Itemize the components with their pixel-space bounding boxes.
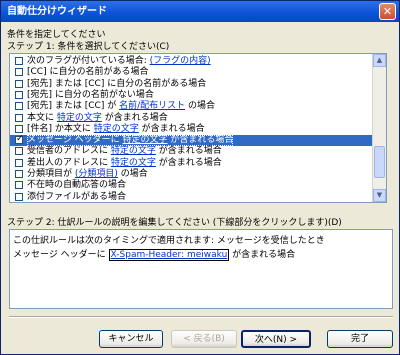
step1-label: ステップ 1: 条件を選択してください(C) (7, 42, 170, 52)
condition-text: が含まれる場合 (155, 157, 222, 168)
condition-row[interactable]: [宛先] に自分の名前がない場合 (10, 90, 373, 101)
condition-checkbox[interactable] (15, 79, 23, 88)
condition-row[interactable]: [宛先] または [CC] が 名前/配布リスト の場合 (10, 101, 373, 112)
condition-text: [件名] か本文に (27, 123, 94, 134)
condition-text: [CC] に自分の名前がある場合 (27, 67, 149, 78)
condition-text: が含まれる場合 (155, 146, 222, 157)
condition-link[interactable]: 特定の文字 (111, 158, 156, 168)
condition-checkbox[interactable] (15, 158, 23, 167)
condition-label: 不在時の自動応答の場合 (27, 180, 126, 191)
cancel-button[interactable]: キャンセル (99, 330, 163, 348)
condition-checkbox[interactable] (15, 102, 23, 111)
condition-link[interactable]: (分類項目) (75, 169, 118, 179)
close-button[interactable]: ✕ (379, 3, 396, 20)
condition-text: 次のフラグが付いている場合: (27, 56, 150, 66)
scroll-down-icon[interactable]: ▼ (373, 189, 386, 202)
condition-checkbox[interactable] (15, 90, 23, 99)
condition-label: 次のフラグが付いている場合: (フラグの内容) (27, 56, 211, 67)
condition-row[interactable]: 差出人のアドレスに 特定の文字 が含まれる場合 (10, 158, 373, 169)
condition-text: 差出人のアドレスに (27, 157, 111, 168)
condition-row[interactable]: 添付ファイルがある場合 (10, 191, 373, 202)
condition-checkbox[interactable] (15, 57, 23, 65)
condition-row[interactable]: [件名] か本文に 特定の文字 が含まれる場合 (10, 124, 373, 135)
condition-text: メッセージ ヘッダーに (27, 135, 123, 146)
condition-label: [宛先] または [CC] に自分の名前がある場合 (27, 79, 206, 90)
condition-row[interactable]: 次のフラグが付いている場合: (フラグの内容) (10, 56, 373, 67)
description-text: メッセージ ヘッダーに (13, 250, 109, 260)
condition-row[interactable]: 不在時の自動応答の場合 (10, 180, 373, 191)
condition-text: 分類項目が (27, 169, 75, 179)
condition-checkbox[interactable] (15, 170, 23, 178)
condition-text: が含まれる場合 (101, 112, 168, 123)
wizard-window: 自動仕分けウィザード ✕ 条件を指定してください ステップ 1: 条件を選択して… (0, 0, 400, 355)
conditions-list[interactable]: 次のフラグが付いている場合: (フラグの内容) [CC] に自分の名前がある場合[… (9, 53, 387, 203)
condition-text: が含まれる場合 (167, 135, 234, 146)
condition-link[interactable]: 特定の文字 (94, 124, 139, 134)
condition-text: 受信者のアドレスに (27, 146, 111, 157)
separator (9, 316, 393, 318)
condition-checkbox[interactable] (15, 134, 24, 145)
scroll-up-icon[interactable]: ▲ (373, 54, 386, 67)
condition-label: メッセージ ヘッダーに 特定の文字 が含まれる場合 (27, 135, 234, 147)
condition-link[interactable]: 特定の文字 (111, 146, 156, 156)
condition-checkbox[interactable] (15, 147, 23, 156)
condition-label: 添付ファイルがある場合 (27, 191, 127, 202)
description-line-1: この仕訳ルールは次のタイミングで適用されます: メッセージを受信したとき (13, 236, 325, 246)
window-title: 自動仕分けウィザード (7, 6, 107, 17)
condition-checkbox[interactable] (15, 124, 23, 133)
finish-button[interactable]: 完了 (327, 330, 393, 348)
title-bar: 自動仕分けウィザード ✕ (1, 1, 399, 22)
condition-text: [宛先] に自分の名前がない場合 (27, 89, 154, 100)
condition-row[interactable]: 受信者のアドレスに 特定の文字 が含まれる場合 (10, 146, 373, 157)
scroll-thumb[interactable] (374, 146, 385, 178)
step2-label: ステップ 2: 仕訳ルールの説明を編集してください (下線部分をクリックします)… (7, 218, 342, 228)
condition-text: 添付ファイルがある場合 (27, 191, 127, 202)
header-text-link[interactable]: X-Spam-Header: meiwaku (108, 249, 230, 261)
condition-checkbox[interactable] (15, 68, 23, 77)
condition-text: が含まれる場合 (138, 123, 205, 134)
condition-label: [件名] か本文に 特定の文字 が含まれる場合 (27, 124, 205, 135)
condition-row[interactable]: [宛先] または [CC] に自分の名前がある場合 (10, 79, 373, 90)
condition-label: [宛先] または [CC] が 名前/配布リスト の場合 (27, 101, 215, 112)
condition-row[interactable]: [CC] に自分の名前がある場合 (10, 67, 373, 78)
condition-text: 本文に (27, 112, 57, 123)
description-line-2: メッセージ ヘッダーに X-Spam-Header: meiwaku が含まれる… (13, 247, 296, 261)
condition-label: [CC] に自分の名前がある場合 (27, 67, 148, 78)
condition-checkbox[interactable] (15, 192, 23, 201)
condition-text: の場合 (185, 101, 215, 112)
condition-label: 受信者のアドレスに 特定の文字 が含まれる場合 (27, 146, 222, 157)
back-button[interactable]: < 戻る(B) (171, 330, 237, 348)
condition-link[interactable]: 特定の文字 (57, 113, 102, 123)
vertical-scrollbar[interactable]: ▲ ▼ (372, 54, 386, 202)
condition-row[interactable]: メッセージ ヘッダーに 特定の文字 が含まれる場合 (10, 134, 373, 147)
condition-label: 分類項目が (分類項目) の場合 (27, 169, 148, 180)
condition-link[interactable]: (フラグの内容) (150, 56, 211, 66)
rule-description-box: この仕訳ルールは次のタイミングで適用されます: メッセージを受信したとき メッセ… (9, 229, 393, 309)
condition-text: [宛先] または [CC] に自分の名前がある場合 (27, 78, 207, 89)
condition-label: 差出人のアドレスに 特定の文字 が含まれる場合 (27, 158, 222, 169)
next-button[interactable]: 次へ(N) > (241, 330, 311, 348)
description-text: が含まれる場合 (229, 250, 296, 260)
condition-checkbox[interactable] (15, 113, 23, 122)
condition-link[interactable]: 名前/配布リスト (119, 101, 185, 111)
condition-label: [宛先] に自分の名前がない場合 (27, 90, 154, 101)
condition-link[interactable]: 特定の文字 (123, 135, 168, 145)
condition-label: 本文に 特定の文字 が含まれる場合 (27, 113, 168, 124)
condition-text: 不在時の自動応答の場合 (27, 180, 127, 191)
condition-text: [宛先] または [CC] が (27, 101, 120, 112)
condition-checkbox[interactable] (15, 181, 23, 190)
condition-row[interactable]: 本文に 特定の文字 が含まれる場合 (10, 113, 373, 124)
condition-text: の場合 (117, 169, 148, 179)
condition-row[interactable]: 分類項目が (分類項目) の場合 (10, 169, 373, 180)
